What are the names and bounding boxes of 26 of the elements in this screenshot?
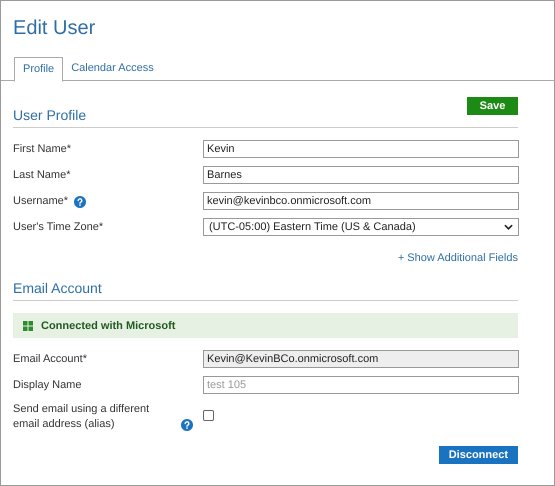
page-title: Edit User — [12, 16, 96, 41]
tab[interactable]: Calendar Access — [63, 57, 162, 80]
field-label: User's Time Zone* — [13, 220, 104, 234]
input-field[interactable]: Barnes — [203, 166, 519, 184]
help-icon[interactable] — [74, 196, 86, 208]
field-label: Email Account* — [13, 352, 87, 366]
section-heading: User Profile — [13, 107, 86, 123]
windows-logo-icon — [23, 320, 33, 330]
input-field[interactable]: Kevin — [203, 140, 519, 158]
show-fields-link[interactable]: + Show Additional Fields — [398, 252, 518, 264]
checkbox[interactable] — [203, 410, 214, 421]
field-label: Username* — [13, 194, 68, 208]
input-field[interactable]: test 105 — [203, 376, 519, 394]
disconnect-button[interactable]: Disconnect — [438, 446, 518, 464]
dropdown[interactable]: (UTC-05:00) Eastern Time (US & Canada) — [203, 218, 519, 236]
field-label: First Name* — [13, 142, 72, 156]
field-label: Display Name — [13, 378, 82, 392]
save-button[interactable]: Save — [467, 97, 518, 115]
field-label: Last Name* — [13, 168, 70, 182]
chevron-down-icon — [504, 224, 513, 230]
help-icon[interactable] — [181, 419, 193, 431]
section-heading: Email Account — [13, 280, 102, 296]
tab[interactable]: Profile — [14, 57, 64, 82]
banner-text: Connected with Microsoft — [41, 320, 176, 332]
input-field[interactable]: kevin@kevinbco.onmicrosoft.com — [203, 192, 519, 210]
field-label: Send email using a different email address (alias) — [13, 402, 150, 432]
